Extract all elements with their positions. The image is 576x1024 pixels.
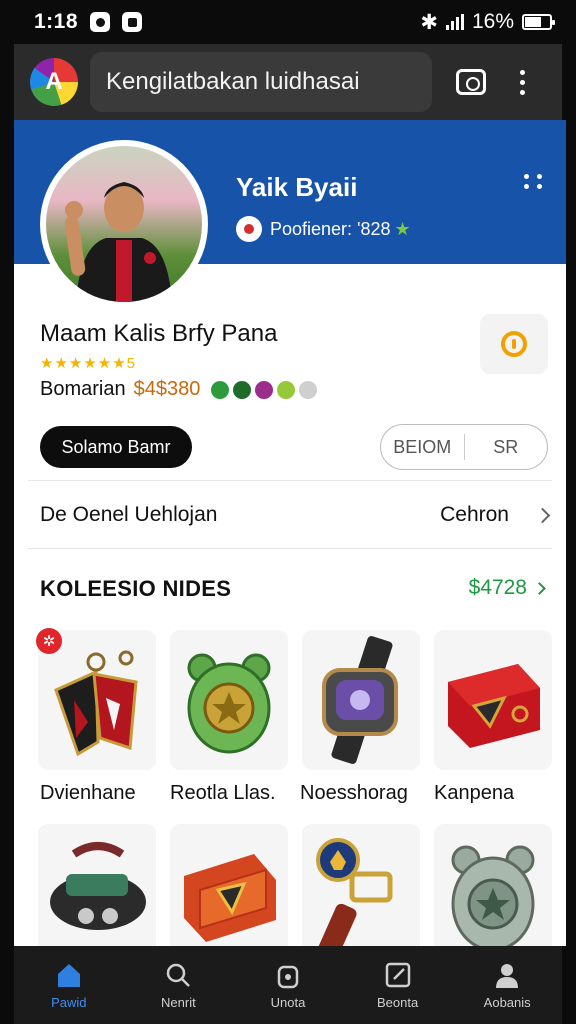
home-icon (57, 963, 80, 987)
overflow-menu-icon[interactable] (520, 69, 525, 95)
item-label: Dvienhane (40, 782, 136, 804)
price-label: Bomarian (40, 378, 126, 400)
clock-button[interactable] (480, 314, 548, 374)
search-field[interactable]: Kengilatbakan luidhasai (90, 52, 432, 112)
lock-icon (277, 965, 299, 988)
detail-row[interactable]: De Oenel Uehlojan Cehron (40, 498, 551, 532)
status-time: 1:18 (34, 10, 79, 33)
profile-badge: Poofiener: '828 ★ (236, 216, 411, 242)
app-logo[interactable]: A (30, 58, 78, 106)
search-icon (167, 963, 191, 987)
nav-label: Beonta (376, 994, 419, 1010)
item-label: Kanpena (434, 782, 515, 804)
item-badge: ✲ (36, 628, 62, 654)
nav-item-lock[interactable]: Unota (233, 946, 343, 1024)
collection-item-card[interactable] (170, 824, 288, 946)
section-link-text: $4728 (468, 576, 527, 599)
nav-item-profile[interactable]: Aobanis (452, 946, 562, 1024)
color-swatch[interactable] (232, 379, 253, 400)
item-label: Reotla Llas. (170, 782, 276, 804)
status-bar: 1:18 ✱ 16% (14, 0, 562, 44)
chevron-right-icon (533, 581, 546, 595)
shield-icon (122, 12, 143, 32)
divider (28, 548, 552, 549)
divider (28, 480, 552, 481)
edit-icon (385, 962, 410, 987)
collection-item-card[interactable] (434, 824, 552, 946)
bluetooth-icon: ✱ (420, 10, 438, 34)
rating-stars: ★★★★★★5 (40, 355, 137, 372)
section-link[interactable]: $4728 (468, 576, 546, 600)
price-row: Bomarian $4$380 (40, 378, 319, 401)
avatar[interactable] (40, 140, 208, 308)
badge-icon (236, 216, 262, 242)
price-value: $4$380 (133, 378, 201, 400)
detail-value: Cehron (440, 503, 509, 526)
main-content: Yaik Byaii Poofiener: '828 ★ Maam Kalis … (14, 120, 566, 946)
segmented-control[interactable]: BEIOM SR (380, 424, 548, 470)
nav-item-edit[interactable]: Beonta (343, 946, 453, 1024)
signal-icon (445, 14, 464, 30)
nav-item-search[interactable]: Nenrit (124, 946, 234, 1024)
color-swatch[interactable] (298, 379, 319, 400)
color-swatch[interactable] (210, 379, 231, 400)
collection-item-card[interactable] (170, 630, 288, 770)
color-swatch[interactable] (254, 379, 275, 400)
app-bar: A Kengilatbakan luidhasai (14, 44, 562, 120)
segment-right[interactable]: SR (465, 437, 548, 458)
camera-icon[interactable] (456, 69, 486, 95)
color-swatch[interactable] (276, 379, 297, 400)
item-label: Noesshorag (300, 782, 408, 804)
collection-item-card[interactable] (302, 824, 420, 946)
nav-item-home[interactable]: Pawid (14, 946, 124, 1024)
badge-text: Poofiener: '828 (270, 218, 391, 239)
nav-label: Aobanis (483, 994, 531, 1010)
person-icon (496, 963, 519, 988)
nav-label: Unota (270, 994, 306, 1010)
bottom-navigation: Pawid Nenrit Unota Beonta Aobanis (14, 946, 562, 1024)
nav-label: Pawid (51, 994, 87, 1010)
detail-label: De Oenel Uehlojan (40, 503, 218, 526)
battery-percent: 16% (471, 10, 514, 33)
profile-name: Yaik Byaii (236, 172, 358, 202)
battery-icon (522, 14, 555, 30)
chevron-right-icon (534, 507, 551, 523)
product-title: Maam Kalis Brfy Pana (40, 320, 278, 347)
segment-left[interactable]: BEIOM (381, 437, 464, 458)
collection-item-card[interactable] (434, 630, 552, 770)
color-swatches[interactable] (210, 379, 319, 400)
logo-letter: A (45, 68, 63, 95)
clock-icon (501, 331, 527, 357)
more-options-icon[interactable] (524, 174, 542, 189)
primary-action-button[interactable]: Solamo Bamr (40, 426, 192, 468)
star-icon: ★ (394, 218, 411, 239)
collection-item-card[interactable] (302, 630, 420, 770)
section-title: KOLEESIO NIDES (40, 576, 232, 601)
nav-label: Nenrit (161, 994, 196, 1010)
collection-item-card[interactable] (38, 824, 156, 946)
notification-icon (90, 12, 111, 32)
